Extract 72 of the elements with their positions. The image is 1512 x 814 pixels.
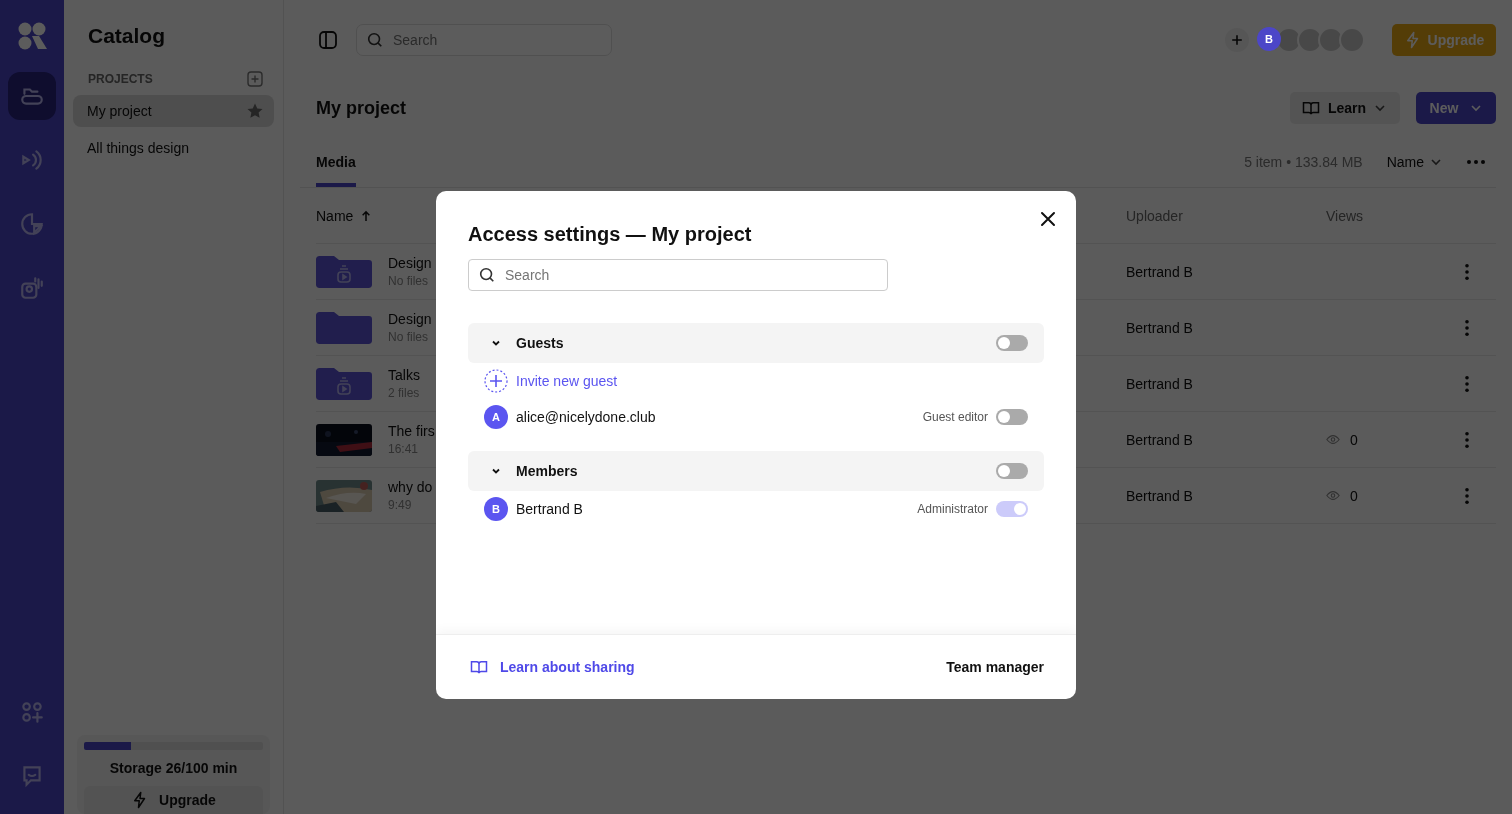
uploader-cell: Bertrand B [1126,487,1193,504]
search-icon [478,266,496,284]
search-icon [366,31,384,49]
row-menu-icon[interactable] [1464,318,1470,337]
upgrade-button[interactable]: Upgrade [84,786,263,814]
views-count: 0 [1350,487,1358,504]
row-menu-icon[interactable] [1464,374,1470,393]
uploader-cell: Bertrand B [1126,263,1193,280]
media-folder-icon [316,367,372,400]
sort-dropdown[interactable]: Name [1386,153,1442,170]
book-icon[interactable] [1301,99,1320,117]
uploader-cell: Bertrand B [1126,375,1193,392]
role-toggle[interactable] [996,409,1028,425]
user-avatar[interactable]: B [1257,27,1281,51]
storage-label: Storage 26/100 min [109,760,238,776]
caret-icon[interactable] [1470,102,1483,114]
team-manager-button[interactable]: Team manager [946,659,1044,675]
eye-icon [1326,490,1340,501]
add-project-icon[interactable] [247,71,263,87]
media-name[interactable]: why do [388,479,433,495]
book-icon [470,658,488,676]
logo-icon [17,22,47,50]
row-menu-icon[interactable] [1464,262,1470,281]
group-header[interactable]: Guests [468,323,1044,363]
role-label: Administrator [917,502,988,516]
apps-icon[interactable] [19,699,45,725]
pie-chart-icon[interactable] [19,211,45,237]
person-avatar: B [484,497,508,521]
group-toggle[interactable] [996,463,1028,479]
search-field[interactable]: Search [468,259,888,291]
dialog-title: Access settings — My project [468,223,753,246]
nav-button[interactable] [8,72,56,120]
invite-guest-link[interactable]: Invite new guest [516,373,618,389]
more-icon[interactable] [1466,158,1486,165]
media-name[interactable]: Talks [388,367,420,383]
group-title: Guests [516,335,564,351]
person-audio-icon[interactable] [19,275,45,301]
learn-button[interactable]: Learn [1289,92,1400,124]
upgrade-button[interactable]: Upgrade [1392,24,1496,56]
caret-icon[interactable] [1374,102,1386,114]
project-item[interactable]: My project [73,95,274,127]
star-icon[interactable] [246,102,264,120]
uploader-cell: Bertrand B [1126,431,1193,448]
uploader-cell: Bertrand B [1126,319,1193,336]
broadcast-icon[interactable] [19,147,45,173]
media-name[interactable]: The firs [388,423,435,439]
media-name[interactable]: Design [388,255,432,271]
sort-arrow-icon[interactable] [361,209,372,222]
row-menu-icon[interactable] [1464,486,1470,505]
person-avatar: A [484,405,508,429]
group-toggle[interactable] [996,335,1028,351]
name-column-header[interactable]: Name [316,207,372,224]
sidebar-title: Catalog [88,24,166,48]
group-title: Members [516,463,578,479]
page-title: My project [316,97,407,119]
eye-icon [1326,434,1340,445]
folder-icon [316,311,372,344]
new-button[interactable]: New [1416,92,1496,124]
person-name: Bertrand B [516,501,583,517]
project-item[interactable]: All things design [73,132,274,164]
add-guest-icon[interactable] [484,369,508,393]
media-tab[interactable]: Media [316,136,356,187]
group-header[interactable]: Members [468,451,1044,491]
row-menu-icon[interactable] [1464,430,1470,449]
learn-sharing-link[interactable]: Learn about sharing [500,659,635,675]
sidebar-toggle-icon[interactable] [318,30,338,50]
person-name: alice@nicelydone.club [516,409,656,425]
close-icon[interactable] [1040,211,1056,227]
media-name[interactable]: Design [388,311,432,327]
views-count: 0 [1350,431,1358,448]
media-folder-icon [316,255,372,288]
role-label: Guest editor [922,410,988,424]
